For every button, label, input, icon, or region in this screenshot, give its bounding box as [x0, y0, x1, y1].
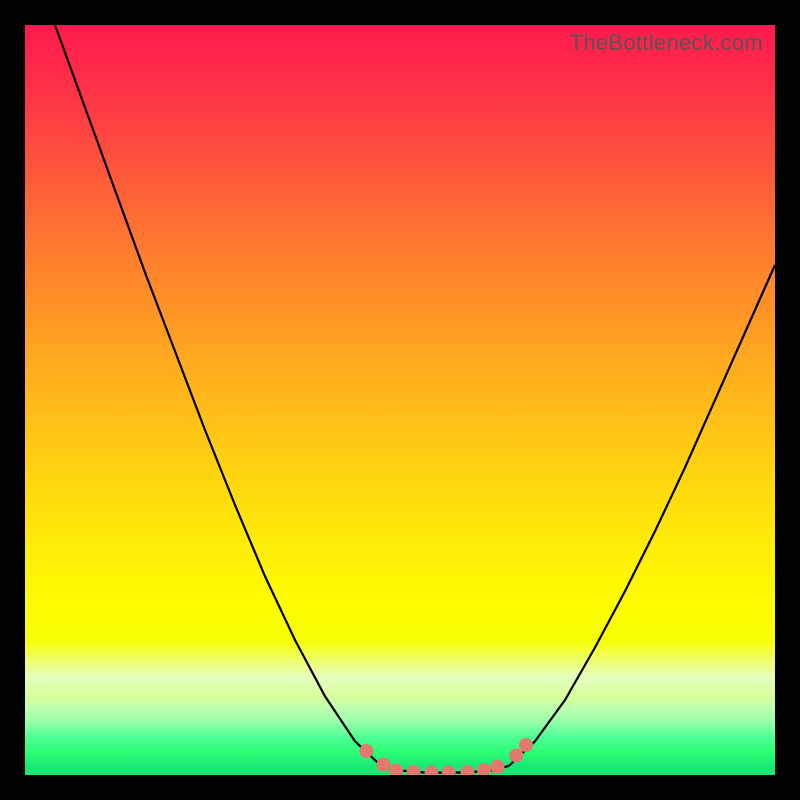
curve-right-ascent [509, 265, 775, 766]
valley-marker [407, 765, 421, 775]
valley-marker [477, 763, 491, 775]
valley-marker [389, 764, 403, 776]
curve-left-descent [55, 25, 381, 766]
plot-area: TheBottleneck.com [25, 25, 775, 775]
valley-marker [377, 758, 391, 772]
valley-marker [442, 765, 456, 775]
valley-marker [359, 744, 373, 758]
valley-marker [461, 765, 475, 775]
curve-layer [25, 25, 775, 775]
valley-marker [425, 765, 439, 775]
valley-marker [491, 760, 505, 774]
chart-frame: TheBottleneck.com [0, 0, 800, 800]
valley-marker [519, 738, 533, 752]
valley-marker-group [359, 738, 533, 775]
valley-marker [509, 749, 523, 763]
